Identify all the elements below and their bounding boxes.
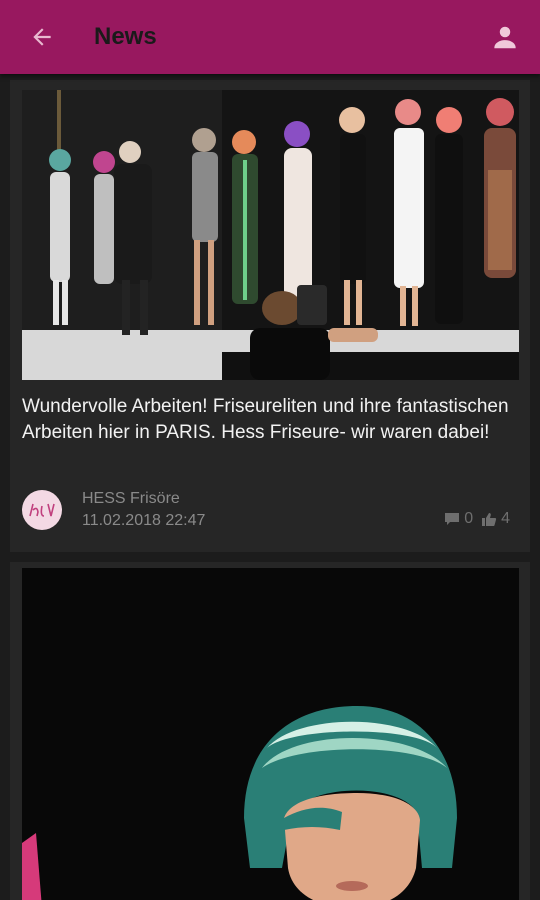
post-stats: 0 4 — [444, 510, 510, 528]
person-icon — [494, 26, 516, 49]
post-photo[interactable] — [22, 90, 519, 380]
runway-show-photo — [22, 90, 519, 380]
app-bar: News — [0, 0, 540, 74]
back-button[interactable] — [0, 0, 84, 74]
post-photo[interactable] — [22, 568, 519, 900]
comment-icon[interactable] — [444, 512, 460, 526]
arrow-left-icon — [33, 28, 51, 46]
post-date: 11.02.2018 22:47 — [82, 512, 206, 529]
post-card[interactable]: Wundervolle Arbeiten! Friseureliten und … — [10, 80, 530, 552]
page-title: News — [94, 23, 157, 50]
comment-count: 0 — [464, 510, 474, 527]
thumbs-up-icon[interactable] — [481, 512, 497, 527]
post-meta: HESS Frisöre 11.02.2018 22:47 0 4 — [22, 486, 518, 536]
profile-button[interactable] — [470, 0, 540, 74]
news-feed[interactable]: Wundervolle Arbeiten! Friseureliten und … — [0, 74, 540, 900]
hess-logo-icon — [29, 503, 55, 517]
like-count: 4 — [501, 510, 510, 527]
green-hair-model-photo — [22, 568, 519, 900]
post-text: Wundervolle Arbeiten! Friseureliten und … — [22, 396, 509, 443]
author-name: HESS Frisöre — [82, 490, 180, 507]
post-card[interactable] — [10, 562, 530, 900]
avatar[interactable] — [22, 490, 62, 530]
